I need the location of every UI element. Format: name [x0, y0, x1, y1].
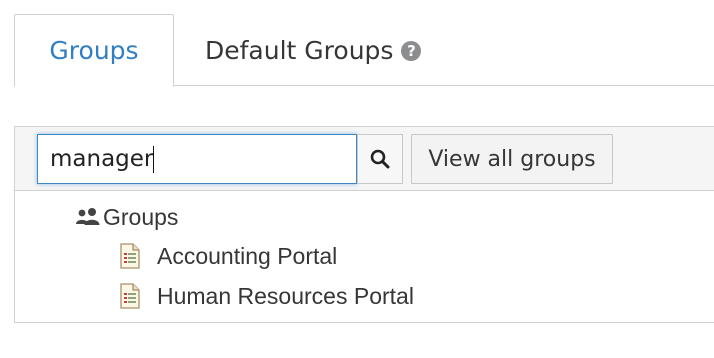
- users-icon: [76, 208, 100, 225]
- tree-root-groups[interactable]: Groups: [75, 202, 178, 232]
- view-all-groups-label: View all groups: [428, 146, 596, 172]
- document-icon: [120, 283, 140, 309]
- groups-panel: View all groups Groups A: [14, 126, 714, 323]
- tree-root-label: Groups: [103, 203, 179, 230]
- tree-item-label: Accounting Portal: [157, 242, 338, 269]
- search-button[interactable]: [357, 134, 403, 184]
- search-icon: [370, 149, 390, 169]
- search-input[interactable]: [37, 134, 357, 184]
- view-all-groups-button[interactable]: View all groups: [411, 134, 613, 184]
- text-caret: [153, 146, 154, 173]
- document-icon: [120, 243, 140, 269]
- tree-item-label: Human Resources Portal: [157, 282, 414, 309]
- tab-default-groups[interactable]: Default Groups ?: [205, 14, 422, 86]
- search-toolbar: View all groups: [15, 127, 714, 191]
- help-icon[interactable]: ?: [401, 41, 422, 61]
- tab-default-groups-label: Default Groups: [205, 35, 394, 65]
- tree-item-accounting-portal[interactable]: Accounting Portal: [119, 240, 337, 272]
- tab-groups[interactable]: Groups: [14, 14, 174, 87]
- tab-groups-label: Groups: [49, 36, 139, 65]
- tree-item-human-resources-portal[interactable]: Human Resources Portal: [119, 280, 414, 312]
- group-tabs: Groups Default Groups ?: [14, 14, 714, 87]
